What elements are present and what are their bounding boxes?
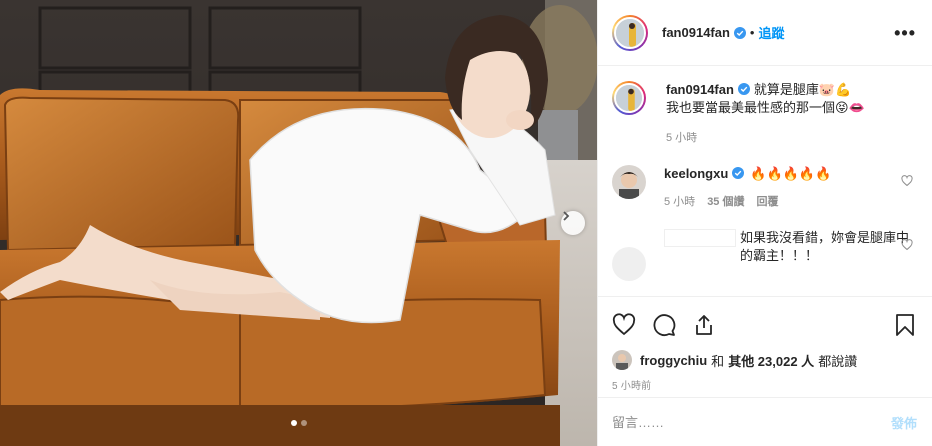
comment-input[interactable]: [612, 414, 891, 430]
comment-text: 如果我沒看錯，妳會是腿庫中的霸主！！！: [740, 230, 910, 263]
header-separator: •: [749, 25, 755, 40]
likes-summary: froggychiu 和 其他 23,022 人 都說讚: [612, 347, 917, 373]
commenter-avatar[interactable]: [612, 165, 646, 199]
commenter-avatar-image: [612, 165, 646, 199]
caption-avatar-image: [616, 85, 642, 111]
first-liker[interactable]: froggychiu: [640, 353, 707, 368]
carousel-next-button[interactable]: [561, 211, 585, 235]
liker-avatar[interactable]: [612, 350, 632, 370]
like-comment-heart-icon[interactable]: [901, 175, 913, 187]
comment-text: 🔥🔥🔥🔥🔥: [750, 166, 832, 181]
author-avatar-image: [616, 18, 644, 47]
chevron-right-icon: [563, 211, 570, 221]
others-likes-link[interactable]: 其他 23,022 人: [728, 351, 814, 370]
caption-item: fan0914fan 就算是腿庫🐷💪 我也要當最美最性感的那一個😝👄 5 小時: [612, 81, 917, 147]
redacted-username: [664, 229, 736, 247]
comment-item: keelongxu 🔥🔥🔥🔥🔥 5 小時 35 個讚 回覆: [612, 165, 917, 211]
reply-button[interactable]: 回覆: [756, 193, 778, 211]
caption-time[interactable]: 5 小時: [666, 129, 697, 147]
instagram-post: fan0914fan • 追蹤 ••• fan0914fan 就算是腿庫🐷💪 我…: [0, 0, 932, 446]
comment-likes[interactable]: 35 個讚: [707, 193, 744, 211]
comment-time[interactable]: 5 小時: [664, 193, 695, 211]
verified-badge-icon: [733, 26, 746, 39]
like-comment-heart-icon[interactable]: [901, 239, 913, 251]
post-timestamp[interactable]: 5 小時前: [612, 377, 917, 392]
comments-list[interactable]: fan0914fan 就算是腿庫🐷💪 我也要當最美最性感的那一個😝👄 5 小時: [598, 67, 932, 295]
post-side-panel: fan0914fan • 追蹤 ••• fan0914fan 就算是腿庫🐷💪 我…: [597, 0, 932, 446]
post-comment-button[interactable]: 發佈: [891, 413, 917, 432]
caption-line-1: 就算是腿庫🐷💪: [753, 82, 852, 97]
author-avatar[interactable]: [612, 14, 648, 51]
bookmark-icon[interactable]: [893, 313, 917, 337]
carousel-dot-1: [290, 420, 297, 426]
carousel-indicators: [0, 420, 597, 426]
comment-bubble-icon[interactable]: [652, 313, 676, 337]
follow-button[interactable]: 追蹤: [758, 23, 784, 42]
more-options-button[interactable]: •••: [894, 24, 916, 42]
likes-suffix: 都說讚: [818, 353, 858, 369]
carousel-dot-2: [300, 420, 307, 426]
comment-composer: 發佈: [598, 397, 932, 446]
verified-badge-icon: [732, 167, 745, 179]
caption-author-avatar[interactable]: [612, 81, 646, 115]
post-header: fan0914fan • 追蹤 •••: [598, 0, 932, 66]
post-actions: froggychiu 和 其他 23,022 人 都說讚 5 小時前: [598, 296, 932, 392]
photo-illustration: [0, 0, 597, 446]
verified-badge-icon: [737, 83, 750, 95]
comment-author[interactable]: keelongxu: [664, 166, 728, 181]
author-username[interactable]: fan0914fan: [662, 25, 730, 40]
liker-avatar-image: [612, 350, 632, 370]
share-icon[interactable]: [692, 313, 716, 337]
caption-author[interactable]: fan0914fan: [666, 82, 734, 97]
like-heart-icon[interactable]: [612, 313, 636, 337]
post-photo[interactable]: [0, 0, 597, 446]
commenter-avatar[interactable]: [612, 247, 646, 281]
comment-item: 如果我沒看錯，妳會是腿庫中的霸主！！！: [612, 229, 917, 281]
caption-line-2: 我也要當最美最性感的那一個😝👄: [666, 100, 865, 115]
likes-connector: 和: [711, 353, 725, 369]
